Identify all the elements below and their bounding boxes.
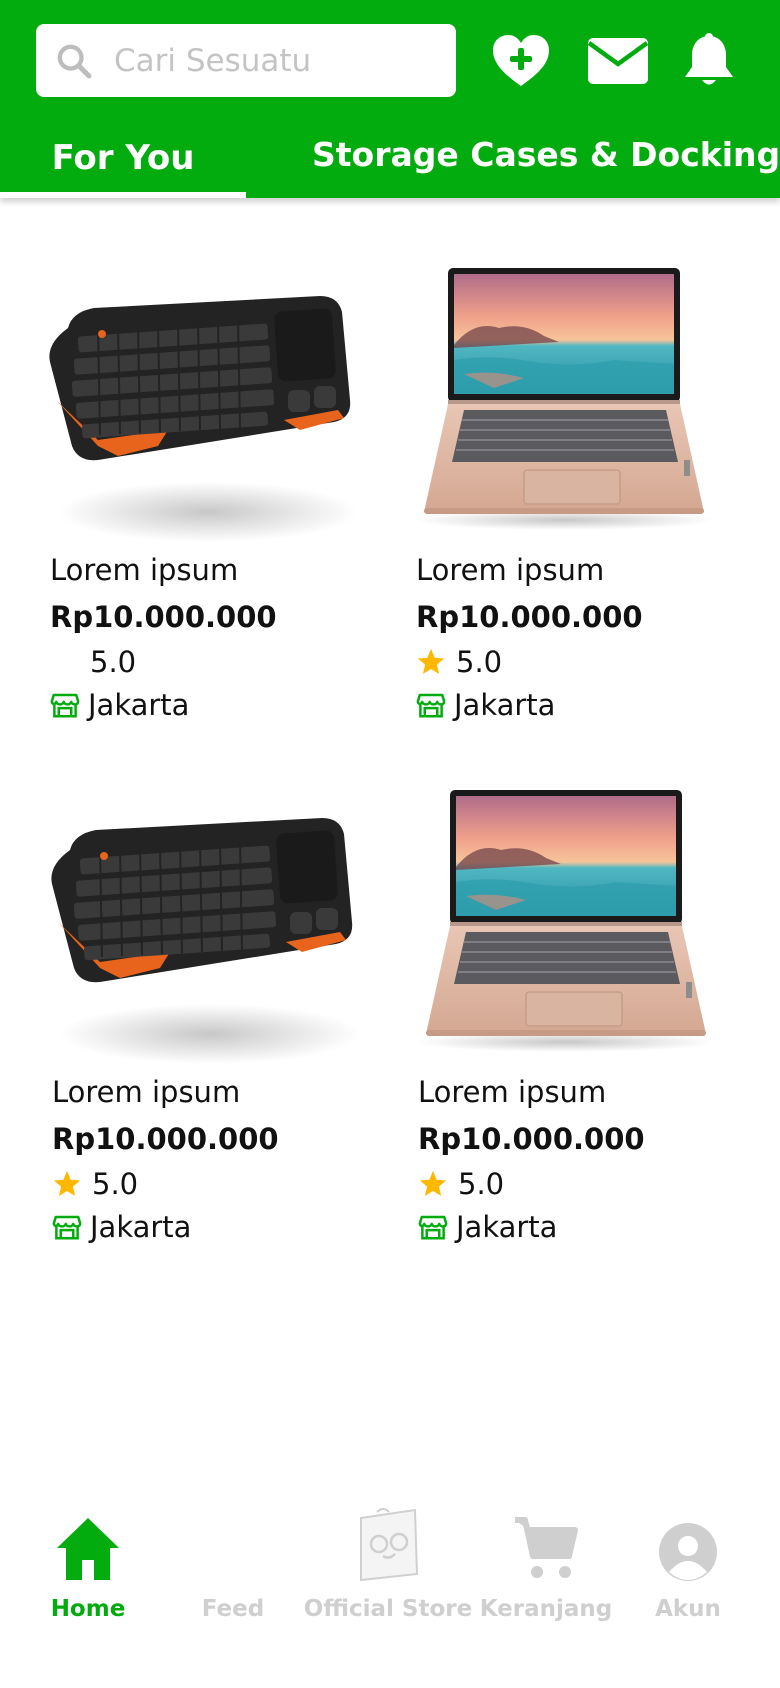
rating-value: 5.0	[456, 645, 503, 679]
nav-cart[interactable]: Keranjang	[480, 1500, 612, 1640]
shop-icon	[50, 690, 80, 720]
product-location: Jakarta	[50, 688, 189, 722]
star-icon	[418, 1169, 448, 1199]
product-rating: 5.0	[416, 645, 502, 679]
rating-value: 5.0	[90, 645, 137, 679]
product-rating: 5.0	[52, 1167, 138, 1201]
tab-for-you-label: For You	[51, 138, 195, 178]
product-image-laptop	[404, 250, 724, 550]
inbox-button[interactable]	[585, 30, 651, 92]
account-icon	[659, 1523, 717, 1581]
product-image-keyboard	[40, 772, 360, 1072]
star-icon	[416, 647, 446, 677]
wishlist-heart-icon	[493, 35, 549, 86]
product-price: Rp10.000.000	[50, 600, 277, 634]
product-card[interactable]: Lorem ipsum Rp10.000.000 5.0 Jakarta	[38, 250, 358, 730]
nav-home-label: Home	[50, 1596, 126, 1622]
location-text: Jakarta	[456, 1210, 558, 1244]
location-text: Jakarta	[88, 688, 190, 722]
nav-feed-label: Feed	[201, 1596, 265, 1622]
product-name: Lorem ipsum	[52, 1075, 241, 1109]
search-input[interactable]	[108, 24, 450, 97]
product-name: Lorem ipsum	[418, 1075, 607, 1109]
home-icon	[57, 1518, 119, 1580]
nav-official-store-label: Official Store	[303, 1596, 473, 1622]
product-price: Rp10.000.000	[418, 1122, 645, 1156]
location-text: Jakarta	[90, 1210, 192, 1244]
rating-value: 5.0	[458, 1167, 505, 1201]
product-location: Jakarta	[52, 1210, 191, 1244]
nav-cart-label: Keranjang	[479, 1596, 613, 1622]
location-text: Jakarta	[454, 688, 556, 722]
inbox-mail-icon	[587, 38, 649, 84]
product-name: Lorem ipsum	[416, 553, 605, 587]
star-icon	[52, 1169, 82, 1199]
product-image-laptop	[406, 772, 726, 1072]
product-location: Jakarta	[416, 688, 555, 722]
nav-account[interactable]: Akun	[640, 1500, 736, 1640]
top-header: For You Storage Cases & Docking	[0, 0, 780, 198]
product-card[interactable]: Lorem ipsum Rp10.000.000 5.0 Jakarta	[406, 772, 726, 1252]
nav-official-store[interactable]: Official Store	[304, 1500, 472, 1640]
rating-value: 5.0	[92, 1167, 139, 1201]
cart-icon	[515, 1517, 578, 1578]
product-price: Rp10.000.000	[416, 600, 643, 634]
bottom-navigation: Home Feed Official Store Keranjang Akun	[0, 1500, 780, 1688]
wishlist-button[interactable]	[488, 30, 554, 92]
product-image-keyboard	[38, 250, 358, 550]
tab-storage-label: Storage Cases & Docking	[312, 134, 780, 174]
category-tabs: For You Storage Cases & Docking	[0, 118, 780, 198]
shop-icon	[416, 690, 446, 720]
tab-storage-cases-docking[interactable]: Storage Cases & Docking	[312, 114, 780, 194]
official-store-icon	[360, 1508, 419, 1582]
nav-account-label: Akun	[655, 1596, 721, 1622]
active-tab-indicator	[0, 192, 246, 198]
nav-feed[interactable]: Feed	[183, 1500, 283, 1640]
notification-button[interactable]	[676, 30, 742, 92]
nav-home[interactable]: Home	[36, 1500, 140, 1640]
shop-icon	[418, 1212, 448, 1242]
product-rating: 5.0	[418, 1167, 504, 1201]
search-bar[interactable]	[36, 24, 456, 97]
product-rating: 5.0	[50, 645, 136, 679]
product-location: Jakarta	[418, 1210, 557, 1244]
product-card[interactable]: Lorem ipsum Rp10.000.000 5.0 Jakarta	[404, 250, 724, 730]
shop-icon	[52, 1212, 82, 1242]
notification-bell-icon	[685, 33, 733, 85]
search-icon	[57, 44, 92, 79]
tab-for-you[interactable]: For You	[0, 118, 246, 198]
product-name: Lorem ipsum	[50, 553, 239, 587]
product-card[interactable]: Lorem ipsum Rp10.000.000 5.0 Jakarta	[40, 772, 360, 1252]
product-price: Rp10.000.000	[52, 1122, 279, 1156]
